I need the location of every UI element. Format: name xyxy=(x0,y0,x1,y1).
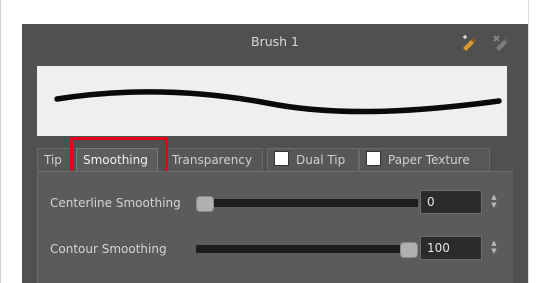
highlight-box xyxy=(70,137,168,174)
centerline-value-field[interactable]: 0 xyxy=(420,190,482,214)
tab-paper-texture[interactable]: Paper Texture xyxy=(359,148,490,171)
new-brush-icon[interactable] xyxy=(460,34,480,52)
window-divider xyxy=(528,0,529,283)
brush-panel: Brush 1 Tip Smoothing Transparency Dual … xyxy=(22,24,528,283)
paper-texture-checkbox[interactable] xyxy=(366,151,381,166)
tab-transparency[interactable]: Transparency xyxy=(165,148,263,171)
centerline-slider-track[interactable] xyxy=(196,199,418,207)
contour-spin-buttons[interactable]: ▲ ▼ xyxy=(489,239,499,255)
smoothing-tab-content: Centerline Smoothing 0 ▲ ▼ Contour Smooth… xyxy=(37,171,513,283)
centerline-slider-thumb[interactable] xyxy=(196,196,214,212)
paper-texture-label: Paper Texture xyxy=(388,153,470,167)
tab-tip[interactable]: Tip xyxy=(37,148,71,171)
dual-tip-label: Dual Tip xyxy=(296,153,346,167)
tab-dual-tip[interactable]: Dual Tip xyxy=(267,148,359,171)
centerline-spin-buttons[interactable]: ▲ ▼ xyxy=(489,193,499,209)
contour-smoothing-label: Contour Smoothing xyxy=(50,242,167,256)
centerline-smoothing-label: Centerline Smoothing xyxy=(50,196,181,210)
stroke-preview xyxy=(37,66,507,136)
delete-brush-icon[interactable] xyxy=(492,34,512,52)
panel-title: Brush 1 xyxy=(251,34,299,49)
contour-slider-track[interactable] xyxy=(196,245,418,253)
dual-tip-checkbox[interactable] xyxy=(274,151,289,166)
contour-slider-thumb[interactable] xyxy=(400,242,418,258)
contour-value-field[interactable]: 100 xyxy=(420,236,482,260)
